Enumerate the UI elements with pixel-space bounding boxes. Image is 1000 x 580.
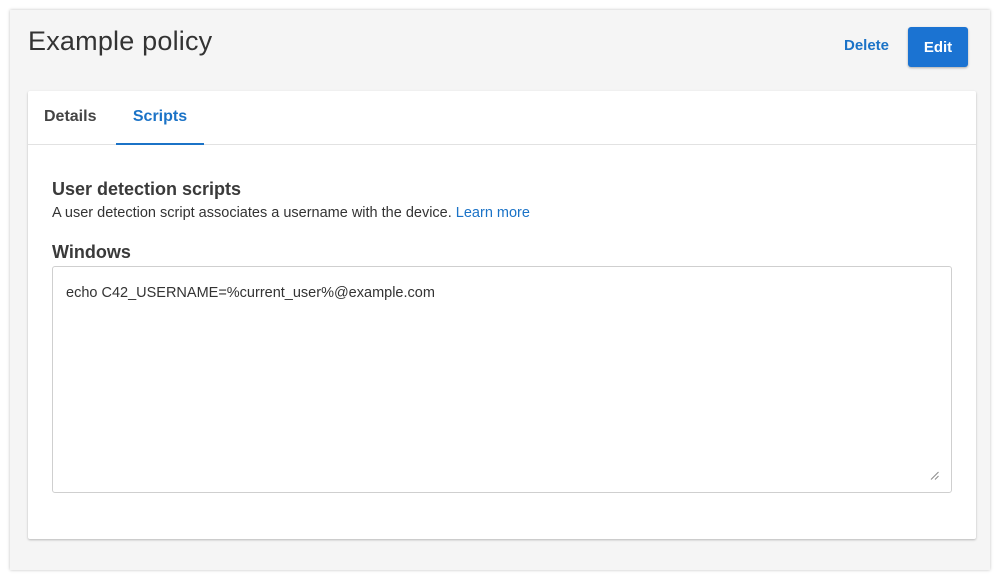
tab-details[interactable]: Details xyxy=(44,91,96,145)
policy-page: Example policy Delete Edit Details Scrip… xyxy=(10,10,990,570)
resize-handle-icon[interactable] xyxy=(930,467,939,480)
windows-script-value: echo C42_USERNAME=%current_user%@example… xyxy=(66,285,435,301)
policy-card: Details Scripts User detection scripts A… xyxy=(28,91,976,539)
section-description-text: A user detection script associates a use… xyxy=(52,205,452,221)
section-description: A user detection script associates a use… xyxy=(52,205,530,221)
windows-heading: Windows xyxy=(52,242,131,262)
tab-scripts[interactable]: Scripts xyxy=(116,91,204,145)
tab-bar: Details Scripts xyxy=(28,91,976,145)
edit-button[interactable]: Edit xyxy=(908,27,968,67)
delete-link[interactable]: Delete xyxy=(844,37,889,54)
windows-script-textarea[interactable]: echo C42_USERNAME=%current_user%@example… xyxy=(52,266,952,493)
learn-more-link[interactable]: Learn more xyxy=(456,205,530,221)
page-title: Example policy xyxy=(28,26,213,56)
section-heading: User detection scripts xyxy=(52,179,242,199)
